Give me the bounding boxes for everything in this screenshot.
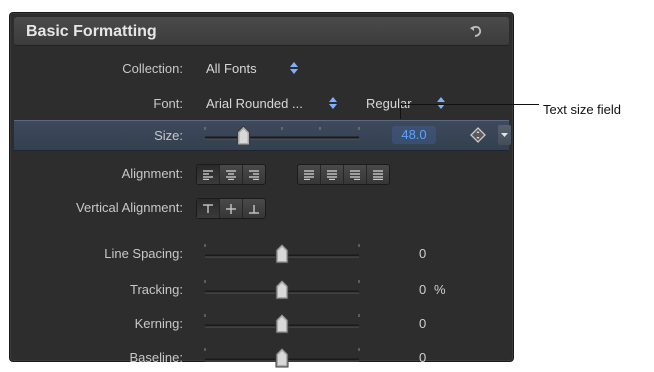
align-middle-icon	[226, 203, 236, 214]
justify-left-icon	[304, 169, 314, 180]
line-spacing-row: Line Spacing: 0	[14, 239, 509, 268]
align-center-button[interactable]	[220, 165, 243, 184]
slider-thumb	[275, 243, 289, 264]
size-row: Size: 48.0	[14, 120, 511, 151]
keyframe-diamond-icon[interactable]	[470, 127, 486, 143]
justify-right-icon	[350, 169, 360, 180]
align-top-icon	[203, 203, 213, 213]
up-down-arrows-icon[interactable]	[329, 97, 337, 109]
baseline-label: Baseline:	[129, 350, 183, 365]
basic-formatting-panel: Basic Formatting Collection: All Fonts F…	[9, 12, 514, 368]
kerning-row: Kerning: 0	[14, 309, 509, 338]
animation-menu-button[interactable]	[498, 125, 511, 145]
line-spacing-value[interactable]: 0	[419, 246, 426, 261]
panel-header: Basic Formatting	[14, 17, 509, 46]
tracking-unit: %	[434, 282, 446, 297]
alignment-label: Alignment:	[121, 166, 183, 181]
tracking-row: Tracking: 0 %	[14, 275, 509, 304]
horizontal-alignment-segment	[196, 164, 266, 185]
up-down-arrows-icon[interactable]	[290, 62, 298, 74]
chevron-down-icon	[501, 133, 508, 137]
size-slider[interactable]	[203, 121, 361, 150]
justify-center-icon	[327, 169, 337, 180]
panel-title: Basic Formatting	[26, 23, 157, 40]
tracking-value[interactable]: 0	[419, 282, 426, 297]
justify-right-button[interactable]	[344, 165, 367, 184]
slider-thumb	[237, 125, 250, 146]
alignment-row: Alignment:	[14, 159, 509, 188]
collection-label: Collection:	[122, 61, 183, 76]
vertical-alignment-segment	[196, 198, 266, 219]
justify-left-button[interactable]	[298, 165, 321, 184]
font-family-popup[interactable]: Arial Rounded ...	[206, 96, 303, 111]
justify-full-icon	[373, 169, 383, 180]
collection-row: Collection: All Fonts	[14, 54, 509, 83]
baseline-slider[interactable]	[203, 343, 361, 372]
font-label: Font:	[153, 96, 183, 111]
align-right-icon	[249, 169, 259, 180]
slider-thumb	[275, 279, 289, 300]
line-spacing-slider[interactable]	[203, 239, 361, 268]
align-middle-button[interactable]	[220, 199, 243, 218]
slider-thumb	[275, 313, 289, 334]
size-value-field[interactable]: 48.0	[392, 126, 436, 144]
kerning-label: Kerning:	[134, 316, 183, 331]
align-right-button[interactable]	[243, 165, 265, 184]
align-center-icon	[226, 169, 236, 180]
reset-icon[interactable]	[469, 24, 483, 38]
vertical-alignment-label: Vertical Alignment:	[76, 200, 183, 215]
collection-popup[interactable]: All Fonts	[206, 61, 257, 76]
baseline-value[interactable]: 0	[419, 350, 426, 365]
callout-leader-line	[400, 104, 539, 119]
size-label: Size:	[154, 128, 183, 143]
justify-center-button[interactable]	[321, 165, 344, 184]
slider-thumb	[275, 347, 289, 368]
justify-full-button[interactable]	[367, 165, 389, 184]
align-left-icon	[203, 169, 213, 180]
align-top-button[interactable]	[197, 199, 220, 218]
baseline-row: Baseline: 0	[14, 343, 509, 372]
align-bottom-button[interactable]	[243, 199, 265, 218]
align-left-button[interactable]	[197, 165, 220, 184]
kerning-value[interactable]: 0	[419, 316, 426, 331]
tracking-slider[interactable]	[203, 275, 361, 304]
justify-segment	[297, 164, 390, 185]
line-spacing-label: Line Spacing:	[104, 246, 183, 261]
vertical-alignment-row: Vertical Alignment:	[14, 193, 509, 222]
kerning-slider[interactable]	[203, 309, 361, 338]
tracking-label: Tracking:	[130, 282, 183, 297]
callout-label: Text size field	[543, 102, 622, 117]
align-bottom-icon	[249, 204, 259, 214]
